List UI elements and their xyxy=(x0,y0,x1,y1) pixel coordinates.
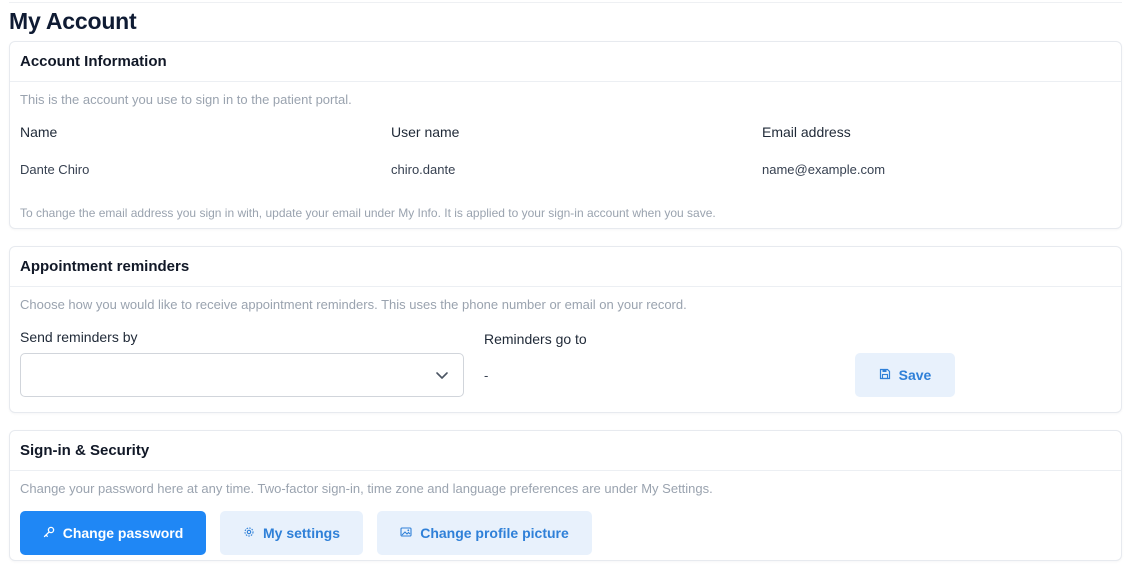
reminders-description: Choose how you would like to receive app… xyxy=(20,297,687,312)
sign-in-security-card: Sign-in & Security Change your password … xyxy=(9,430,1122,561)
page-title: My Account xyxy=(9,8,137,34)
name-label: Name xyxy=(20,124,58,140)
save-icon xyxy=(879,367,891,383)
appointment-reminders-header: Appointment reminders xyxy=(10,247,1121,287)
change-password-label: Change password xyxy=(62,525,184,541)
account-information-header: Account Information xyxy=(10,42,1121,82)
email-label: Email address xyxy=(762,124,851,140)
change-password-button[interactable]: Change password xyxy=(20,511,206,555)
appointment-reminders-card: Appointment reminders Choose how you wou… xyxy=(9,246,1122,413)
gear-icon xyxy=(243,525,255,541)
change-profile-picture-label: Change profile picture xyxy=(420,525,569,541)
send-reminders-label: Send reminders by xyxy=(20,329,138,345)
sign-in-security-header: Sign-in & Security xyxy=(10,431,1121,471)
my-settings-label: My settings xyxy=(262,525,340,541)
my-account-page: My Account Account Information This is t… xyxy=(0,0,1131,569)
username-value: chiro.dante xyxy=(391,162,456,177)
my-settings-button[interactable]: My settings xyxy=(220,511,363,555)
top-divider xyxy=(9,2,1122,3)
account-information-card: Account Information This is the account … xyxy=(9,41,1122,229)
send-reminders-select[interactable] xyxy=(20,353,464,397)
reminders-go-to-label: Reminders go to xyxy=(484,331,587,347)
save-button[interactable]: Save xyxy=(855,353,955,397)
reminders-go-to-value: - xyxy=(484,368,489,383)
save-button-label: Save xyxy=(898,367,932,383)
name-value: Dante Chiro xyxy=(20,162,90,177)
chevron-down-icon xyxy=(435,368,449,382)
email-change-note: To change the email address you sign in … xyxy=(20,206,716,220)
change-profile-picture-button[interactable]: Change profile picture xyxy=(377,511,592,555)
key-icon xyxy=(43,525,55,541)
image-icon xyxy=(400,525,412,541)
account-description: This is the account you use to sign in t… xyxy=(20,92,352,107)
security-description: Change your password here at any time. T… xyxy=(20,481,713,496)
username-label: User name xyxy=(391,124,460,140)
email-value: name@example.com xyxy=(762,162,886,177)
